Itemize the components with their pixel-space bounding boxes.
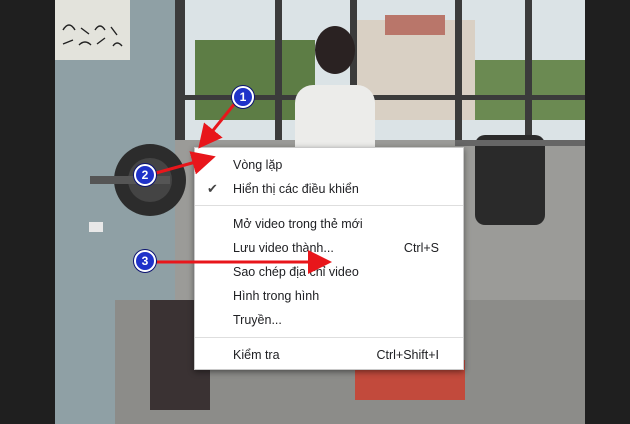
menu-item-cast[interactable]: Truyền... — [195, 308, 463, 332]
step-badge-3: 3 — [134, 250, 156, 272]
menu-item-picture-in-picture[interactable]: Hình trong hình — [195, 284, 463, 308]
wall-socket — [89, 222, 103, 232]
menu-item-show-controls[interactable]: ✔ Hiển thị các điều khiển — [195, 177, 463, 201]
menu-item-label: Hiển thị các điều khiển — [233, 182, 359, 196]
menu-item-label: Sao chép địa chỉ video — [233, 265, 359, 279]
poster — [55, 0, 130, 60]
menu-item-label: Lưu video thành... — [233, 241, 334, 255]
menu-item-label: Mở video trong thẻ mới — [233, 217, 363, 231]
menu-item-label: Truyền... — [233, 313, 282, 327]
menu-item-label: Vòng lặp — [233, 158, 283, 172]
menu-item-shortcut: Ctrl+S — [403, 241, 439, 255]
menu-item-shortcut: Ctrl+Shift+I — [376, 348, 439, 362]
context-menu: Vòng lặp ✔ Hiển thị các điều khiển Mở vi… — [194, 147, 464, 370]
check-icon: ✔ — [207, 181, 218, 196]
left-letterbox — [0, 0, 55, 424]
menu-item-open-in-new-tab[interactable]: Mở video trong thẻ mới — [195, 212, 463, 236]
weight-plate — [475, 135, 545, 225]
right-letterbox — [585, 0, 630, 424]
menu-item-loop[interactable]: Vòng lặp — [195, 153, 463, 177]
menu-item-inspect[interactable]: Kiểm tra Ctrl+Shift+I — [195, 343, 463, 367]
menu-separator — [195, 337, 463, 338]
menu-separator — [195, 205, 463, 206]
menu-item-label: Hình trong hình — [233, 289, 320, 303]
step-badge-1: 1 — [232, 86, 254, 108]
menu-item-copy-video-address[interactable]: Sao chép địa chỉ video — [195, 260, 463, 284]
step-badge-2: 2 — [134, 164, 156, 186]
menu-item-label: Kiểm tra — [233, 348, 280, 362]
menu-item-save-video-as[interactable]: Lưu video thành... Ctrl+S — [195, 236, 463, 260]
person — [315, 26, 355, 74]
